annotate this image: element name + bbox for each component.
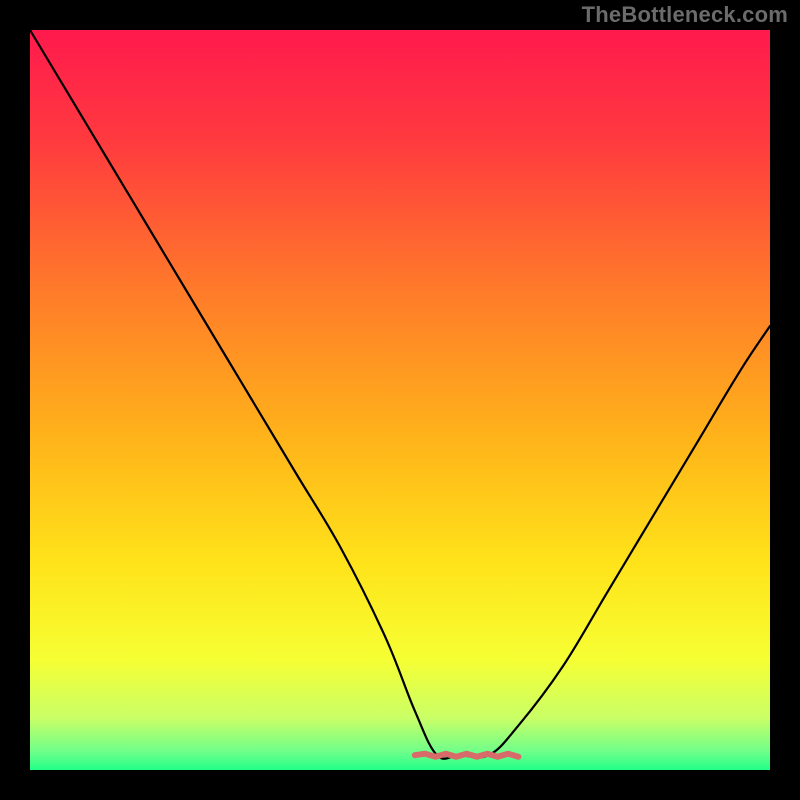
chart-background-gradient <box>30 30 770 770</box>
chart-frame: TheBottleneck.com <box>0 0 800 800</box>
watermark-text: TheBottleneck.com <box>582 2 788 28</box>
chart-plot-area <box>30 30 770 770</box>
